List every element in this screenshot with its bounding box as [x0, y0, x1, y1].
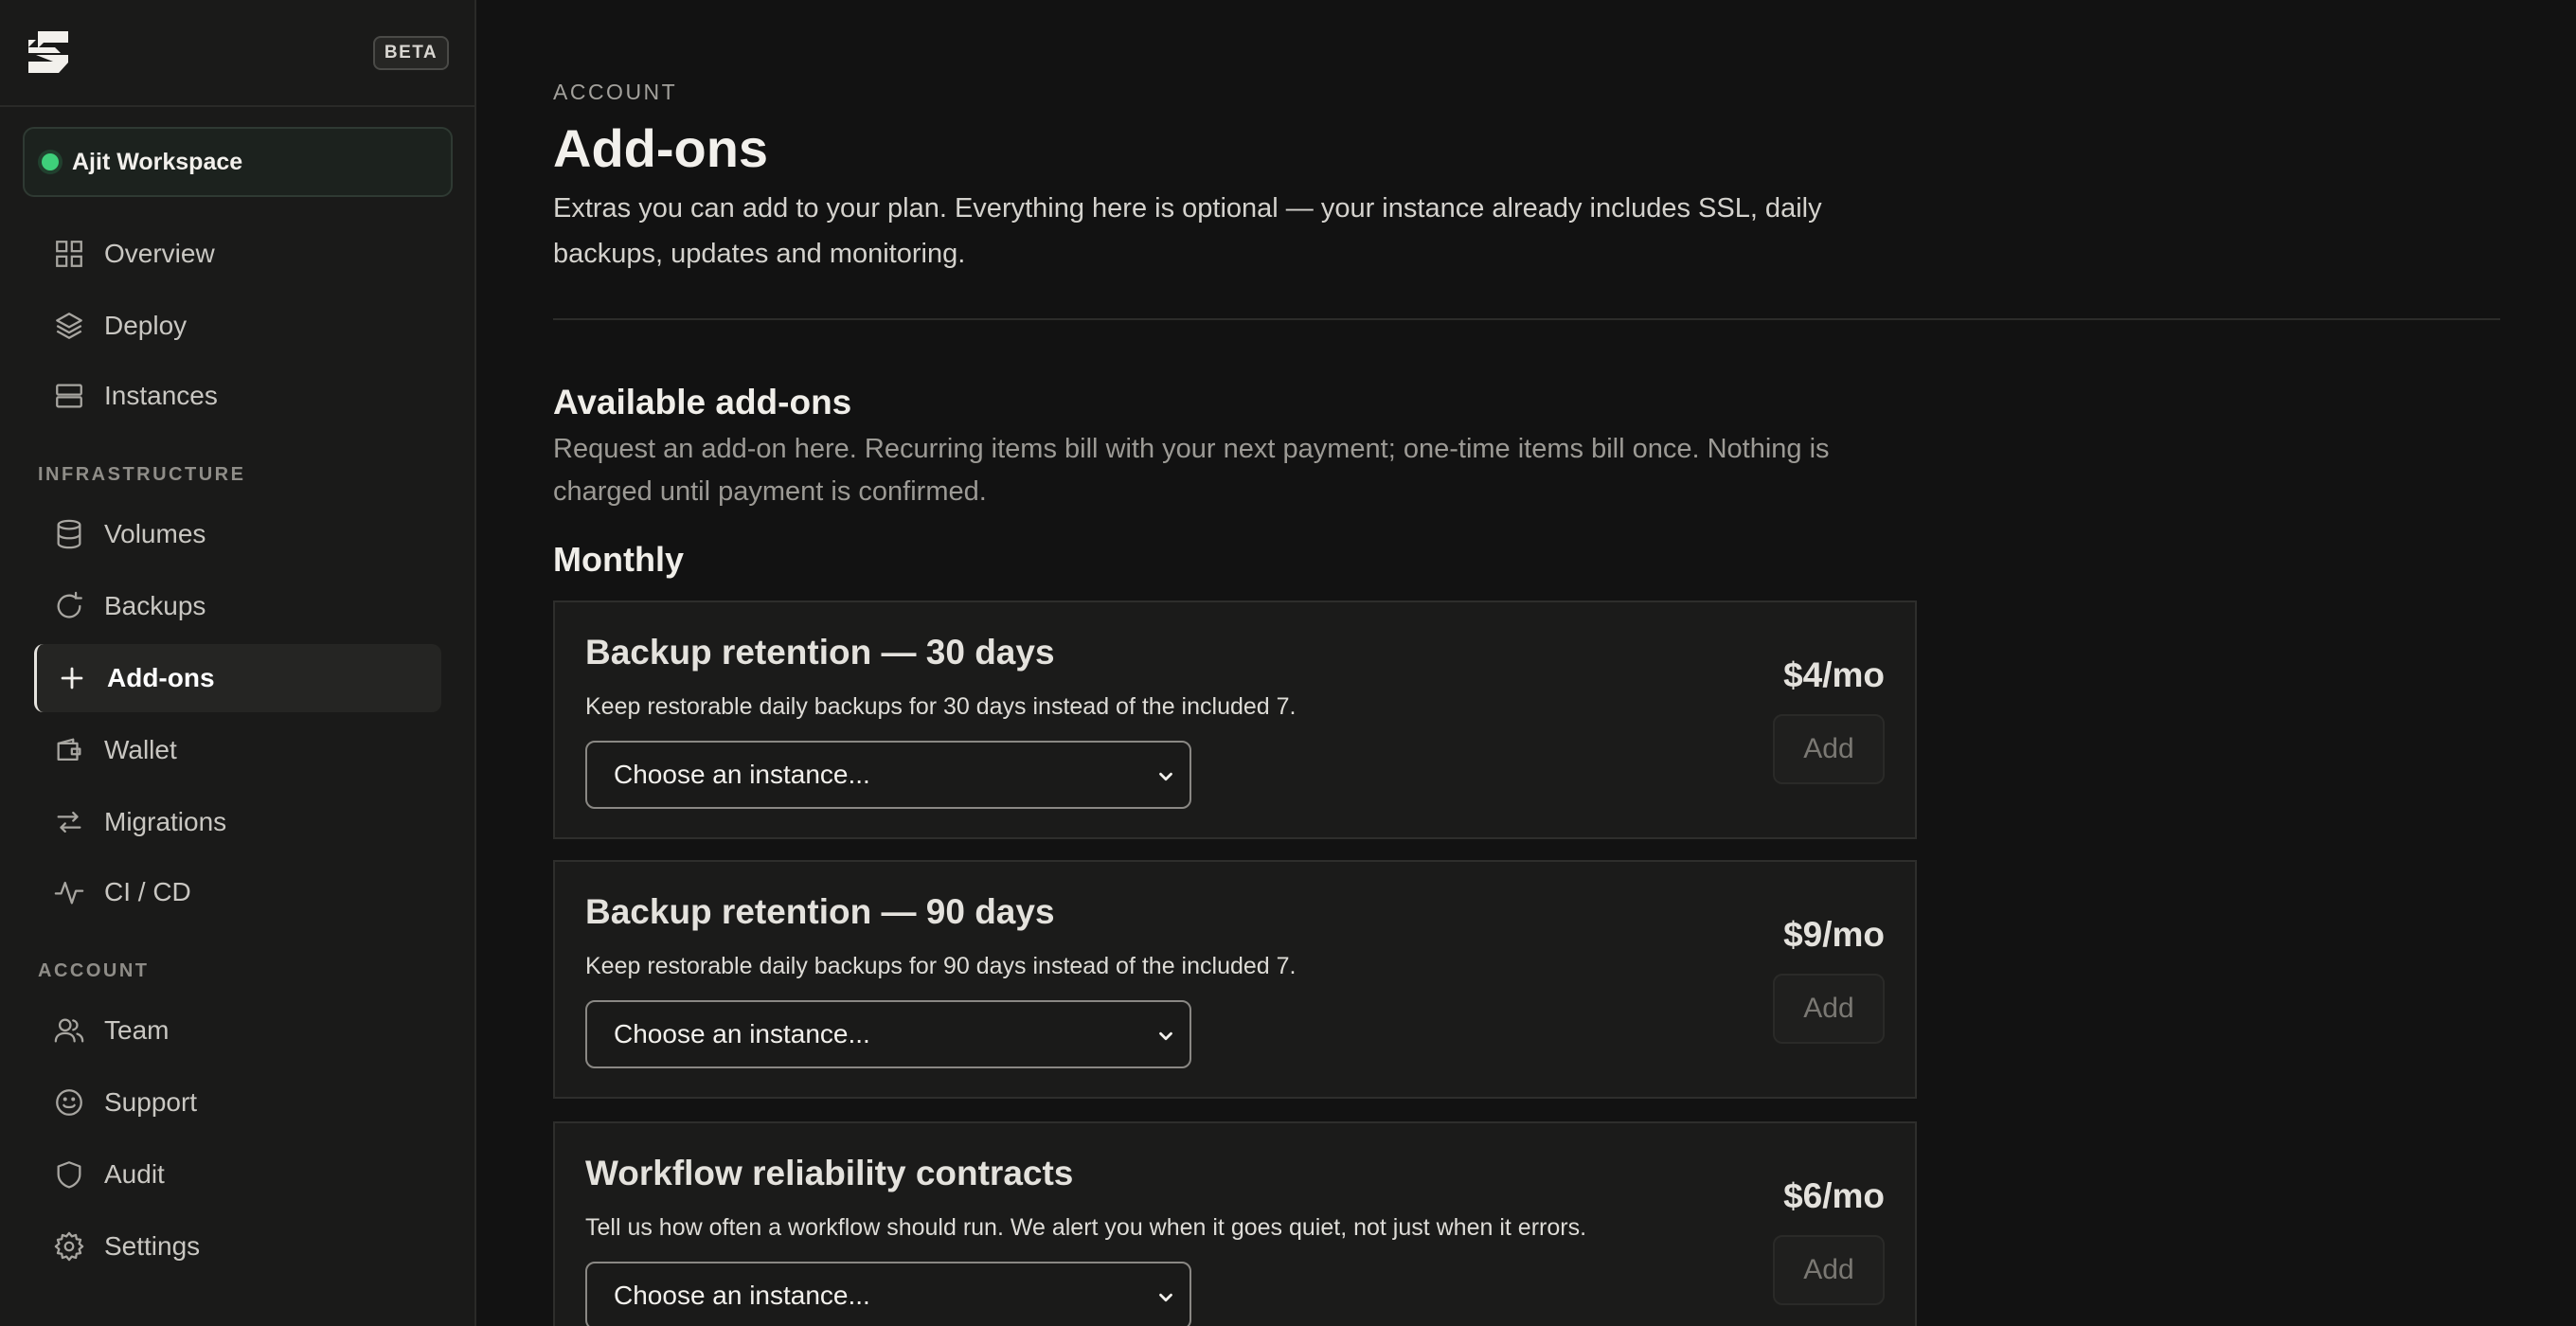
wallet-icon	[57, 738, 81, 762]
add-button[interactable]: Add	[1773, 1235, 1885, 1305]
addon-price: $6/mo	[1783, 1176, 1885, 1215]
addon-title: Backup retention — 30 days	[585, 633, 1055, 672]
workspace-status-dot	[42, 153, 59, 170]
sidebar-section-infrastructure: INFRASTRUCTURE	[38, 464, 246, 485]
sidebar-item-label: Add-ons	[107, 663, 215, 692]
chevron-down-icon	[1159, 772, 1172, 781]
section-description: Request an add-on here. Recurring items …	[553, 434, 1830, 507]
addon-title: Backup retention — 90 days	[585, 892, 1055, 931]
server-icon	[56, 384, 82, 408]
instance-select-value: Choose an instance...	[614, 1281, 870, 1310]
sidebar-section-account: ACCOUNT	[38, 960, 150, 981]
arrows-icon	[57, 811, 81, 833]
app-shell: BETA Ajit Workspace Overview Deploy Inst…	[0, 0, 2576, 1326]
gear-icon	[54, 1231, 84, 1262]
sidebar-item-label: Settings	[104, 1231, 201, 1261]
sidebar-item-migrations[interactable]: Migrations	[34, 788, 441, 856]
addon-card-backup-30: Backup retention — 30 days Keep restorab…	[553, 600, 1917, 839]
addon-title: Workflow reliability contracts	[585, 1154, 1074, 1192]
brand-logo-icon[interactable]	[25, 28, 72, 76]
page-title: Add-ons	[553, 118, 769, 178]
instance-select-value: Choose an instance...	[614, 760, 870, 789]
sidebar-item-settings[interactable]: Settings	[34, 1212, 441, 1281]
sidebar-item-label: Audit	[104, 1159, 165, 1189]
sidebar-item-add-ons[interactable]: Add-ons	[34, 644, 441, 712]
sidebar-item-label: Migrations	[104, 807, 227, 836]
sidebar-item-deploy[interactable]: Deploy	[34, 292, 441, 360]
section-title: Available add-ons	[553, 383, 852, 421]
sidebar-item-wallet[interactable]: Wallet	[34, 716, 441, 784]
sidebar-header: BETA	[0, 0, 474, 107]
beta-badge: BETA	[373, 36, 449, 70]
page-description: Extras you can add to your plan. Everyth…	[553, 193, 1822, 269]
sidebar-item-overview[interactable]: Overview	[34, 220, 441, 288]
sidebar-item-ci-cd[interactable]: CI / CD	[34, 858, 441, 926]
sidebar-item-backups[interactable]: Backups	[34, 572, 441, 640]
sidebar-item-label: Support	[104, 1087, 198, 1117]
sidebar-item-audit[interactable]: Audit	[34, 1140, 441, 1209]
header-divider	[553, 318, 2500, 320]
chevron-down-icon	[1159, 1293, 1172, 1302]
grid-icon	[56, 241, 82, 267]
addon-description: Keep restorable daily backups for 30 day…	[585, 693, 1297, 720]
sidebar-item-instances[interactable]: Instances	[34, 362, 441, 430]
addon-description: Keep restorable daily backups for 90 day…	[585, 953, 1297, 979]
smile-icon	[56, 1089, 82, 1116]
instance-select-value: Choose an instance...	[614, 1019, 870, 1048]
sidebar-item-team[interactable]: Team	[34, 996, 441, 1065]
sidebar-item-label: Instances	[104, 381, 218, 410]
page-eyebrow: ACCOUNT	[553, 80, 678, 104]
sidebar-item-volumes[interactable]: Volumes	[34, 500, 441, 568]
instance-select[interactable]: Choose an instance...	[585, 1262, 1191, 1326]
workspace-name: Ajit Workspace	[72, 148, 243, 175]
chevron-down-icon	[1159, 1031, 1172, 1041]
activity-icon	[54, 881, 84, 905]
addon-price: $4/mo	[1783, 655, 1885, 694]
layers-icon	[56, 313, 82, 339]
sidebar-item-label: Volumes	[104, 519, 206, 548]
add-button[interactable]: Add	[1773, 714, 1885, 784]
users-icon	[54, 1018, 84, 1043]
refresh-icon	[57, 591, 82, 618]
addon-description: Tell us how often a workflow should run.…	[585, 1214, 1587, 1241]
addon-price: $9/mo	[1783, 915, 1885, 954]
sidebar-item-label: CI / CD	[104, 877, 191, 906]
workspace-switcher[interactable]: Ajit Workspace	[23, 127, 453, 197]
add-button[interactable]: Add	[1773, 974, 1885, 1044]
addon-card-workflow-reliability: Workflow reliability contracts Tell us h…	[553, 1121, 1917, 1326]
addon-card-backup-90: Backup retention — 90 days Keep restorab…	[553, 860, 1917, 1099]
instance-select[interactable]: Choose an instance...	[585, 1000, 1191, 1068]
plus-icon	[61, 667, 83, 690]
sidebar-item-support[interactable]: Support	[34, 1068, 441, 1137]
group-title-monthly: Monthly	[553, 540, 684, 579]
instance-select[interactable]: Choose an instance...	[585, 741, 1191, 809]
sidebar: BETA Ajit Workspace Overview Deploy Inst…	[0, 0, 476, 1326]
sidebar-item-label: Team	[104, 1015, 170, 1045]
shield-icon	[57, 1161, 81, 1189]
sidebar-item-label: Overview	[104, 239, 215, 268]
sidebar-item-label: Deploy	[104, 311, 188, 340]
sidebar-item-label: Backups	[104, 591, 206, 620]
main-content: ACCOUNT Add-ons Extras you can add to yo…	[476, 0, 2576, 1326]
database-icon	[57, 519, 81, 549]
sidebar-item-label: Wallet	[104, 735, 177, 764]
